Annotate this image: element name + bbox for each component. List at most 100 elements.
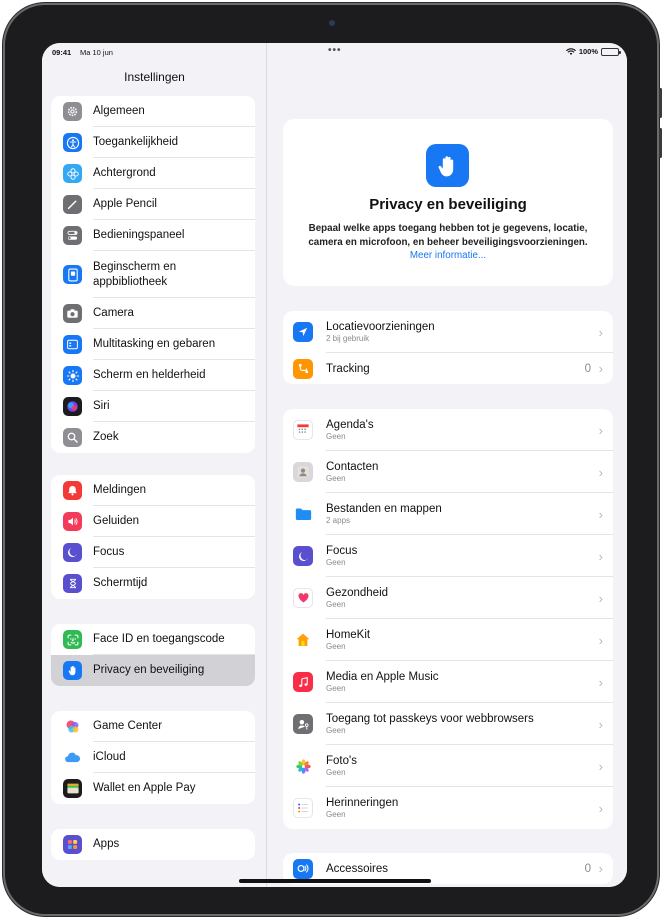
row-focus[interactable]: Focus Geen › [283, 535, 613, 577]
sidebar-item-camera[interactable]: Camera [51, 298, 255, 329]
sidebar-item-label: Algemeen [93, 105, 145, 117]
row-label: Focus [326, 545, 358, 557]
sun-icon [63, 366, 82, 385]
sidebar-item-wallet[interactable]: Wallet en Apple Pay [51, 773, 255, 804]
moon-icon [63, 543, 82, 562]
row-homekit[interactable]: HomeKit Geen › [283, 619, 613, 661]
chevron-right-icon: › [598, 674, 603, 690]
hand-icon [426, 144, 469, 187]
folder-icon [293, 504, 313, 524]
row-label: Herinneringen [326, 797, 399, 809]
sidebar-item-label: Wallet en Apple Pay [93, 782, 196, 794]
learn-more-link[interactable]: Meer informatie... [283, 250, 613, 261]
sidebar-item-zoek[interactable]: Zoek [51, 422, 255, 453]
sidebar-group-accounts: Game Center iCloud Wallet en Apple Pay [51, 711, 255, 804]
sidebar-item-game-center[interactable]: Game Center [51, 711, 255, 742]
siri-icon [63, 397, 82, 416]
row-tracking[interactable]: Tracking 0 › [283, 353, 613, 384]
sidebar-item-toegankelijkheid[interactable]: Toegankelijkheid [51, 127, 255, 158]
chevron-right-icon: › [598, 422, 603, 438]
sidebar-item-label: Privacy en beveiliging [93, 664, 205, 676]
privacy-header-card: Privacy en beveiliging Bepaal welke apps… [283, 119, 613, 286]
row-locatievoorzieningen[interactable]: Locatievoorzieningen 2 bij gebruik › [283, 311, 613, 353]
row-fotos[interactable]: Foto's Geen › [283, 745, 613, 787]
row-sublabel: Geen [326, 642, 346, 651]
sidebar-item-scherm[interactable]: Scherm en helderheid [51, 360, 255, 391]
sidebar-item-multitasking[interactable]: Multitasking en gebaren [51, 329, 255, 360]
status-bar: 09:41 Ma 10 jun ••• 100% [42, 43, 627, 61]
row-bestanden[interactable]: Bestanden en mappen 2 apps › [283, 493, 613, 535]
front-camera [329, 20, 335, 26]
home-indicator[interactable] [239, 879, 431, 883]
location-arrow-icon [293, 322, 313, 342]
sidebar-item-achtergrond[interactable]: Achtergrond [51, 158, 255, 189]
sidebar-item-focus[interactable]: Focus [51, 537, 255, 568]
sidebar-item-meldingen[interactable]: Meldingen [51, 475, 255, 506]
sidebar-item-label: Apple Pencil [93, 198, 157, 210]
page-title: Privacy en beveiliging [369, 196, 527, 213]
sidebar-item-beginscherm[interactable]: Beginscherm en appbibliotheek [51, 251, 255, 298]
calendar-icon [293, 420, 313, 440]
row-sublabel: Geen [326, 432, 346, 441]
sidebar-item-label: Toegankelijkheid [93, 136, 179, 148]
status-right: 100% [566, 47, 621, 56]
row-passkeys[interactable]: Toegang tot passkeys voor webbrowsers Ge… [283, 703, 613, 745]
status-time: 09:41 [52, 48, 72, 57]
row-label: Accessoires [326, 862, 388, 875]
sidebar-item-label: Game Center [93, 720, 163, 732]
sidebar-item-privacy[interactable]: Privacy en beveiliging [51, 655, 255, 686]
chevron-right-icon: › [598, 324, 603, 340]
sidebar-item-apps[interactable]: Apps [51, 829, 255, 860]
ipad-frame: Instellingen Algemeen Toegankelijkheid A… [3, 3, 662, 916]
location-tracking-section: Locatievoorzieningen 2 bij gebruik › Tra… [283, 311, 613, 384]
wallet-icon [63, 779, 82, 798]
sidebar-item-bedieningspaneel[interactable]: Bedieningspaneel [51, 220, 255, 251]
sidebar-item-apple-pencil[interactable]: Apple Pencil [51, 189, 255, 220]
gear-icon [63, 102, 82, 121]
row-contacten[interactable]: Contacten Geen › [283, 451, 613, 493]
sidebar-item-algemeen[interactable]: Algemeen [51, 96, 255, 127]
wifi-icon [566, 47, 576, 55]
row-herinneringen[interactable]: Herinneringen Geen › [283, 787, 613, 829]
tracking-icon [293, 358, 313, 379]
volume-down-button [659, 128, 662, 158]
sidebar-item-label: Meldingen [93, 484, 147, 496]
sidebar-item-label: Apps [93, 838, 120, 850]
chevron-right-icon: › [598, 464, 603, 480]
heart-icon [293, 588, 313, 608]
battery-icon [601, 47, 621, 56]
sidebar-item-schermtijd[interactable]: Schermtijd [51, 568, 255, 599]
row-label: Locatievoorzieningen [326, 321, 435, 333]
chevron-right-icon: › [598, 361, 603, 376]
privacy-detail-pane: Privacy en beveiliging Bepaal welke apps… [268, 43, 627, 887]
row-gezondheid[interactable]: Gezondheid Geen › [283, 577, 613, 619]
sidebar-group-notifications: Meldingen Geluiden Focus Schermtijd [51, 475, 255, 599]
sidebar-item-face-id[interactable]: Face ID en toegangscode [51, 624, 255, 655]
multitasking-dots-icon[interactable]: ••• [328, 45, 342, 56]
accessories-icon [293, 858, 313, 879]
sidebar-group-system: Algemeen Toegankelijkheid Achtergrond Ap… [51, 96, 255, 453]
pencil-icon [63, 195, 82, 214]
photos-icon [293, 756, 313, 776]
row-sublabel: Geen [326, 474, 346, 483]
row-label: Foto's [326, 755, 357, 767]
row-label: Agenda's [326, 419, 374, 431]
hand-icon [63, 661, 82, 680]
sidebar-item-icloud[interactable]: iCloud [51, 742, 255, 773]
battery-percentage: 100% [578, 47, 598, 56]
row-agendas[interactable]: Agenda's Geen › [283, 409, 613, 451]
row-media-apple-music[interactable]: Media en Apple Music Geen › [283, 661, 613, 703]
sidebar-item-label: Zoek [93, 431, 119, 443]
sidebar-item-label: Camera [93, 307, 134, 319]
row-sublabel: Geen [326, 726, 346, 735]
status-date: Ma 10 jun [80, 48, 113, 57]
sidebar-item-label: Face ID en toegangscode [93, 633, 225, 645]
row-label: HomeKit [326, 629, 371, 641]
sidebar-item-geluiden[interactable]: Geluiden [51, 506, 255, 537]
sidebar-item-label: Siri [93, 400, 110, 412]
row-label: Tracking [326, 362, 370, 375]
row-label: Bestanden en mappen [326, 503, 442, 515]
sidebar-item-siri[interactable]: Siri [51, 391, 255, 422]
music-note-icon [293, 672, 313, 692]
sidebar-title: Instellingen [124, 70, 185, 84]
